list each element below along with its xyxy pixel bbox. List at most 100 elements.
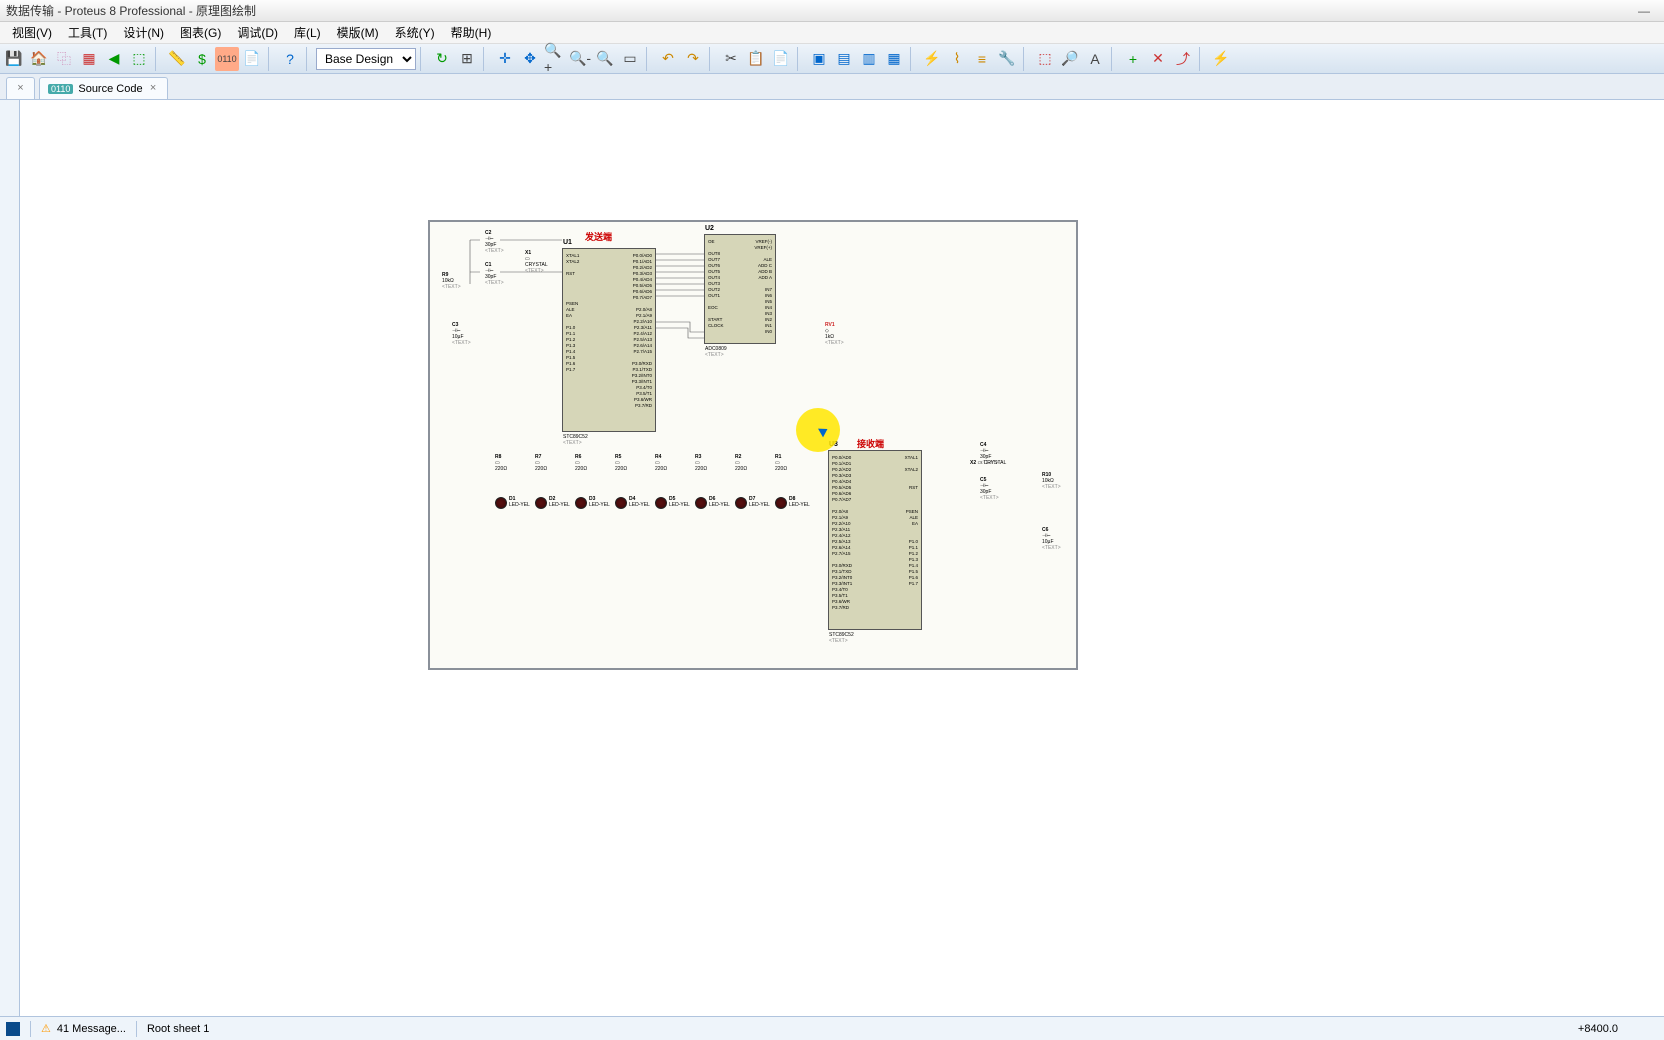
menu-help[interactable]: 帮助(H)	[443, 22, 500, 43]
zoom-fit-icon[interactable]: 🔍	[593, 47, 617, 71]
search-icon[interactable]: 🔎	[1058, 47, 1082, 71]
help-icon[interactable]: ?	[278, 47, 302, 71]
tools-icon[interactable]: 🔧	[995, 47, 1019, 71]
led-label-d4: D4LED-YEL	[629, 496, 650, 508]
sheet-name[interactable]: Root sheet 1	[147, 1023, 209, 1035]
document-tabbar: × 0110 Source Code ×	[0, 74, 1664, 100]
ruler-icon[interactable]: 📏	[165, 47, 189, 71]
zoom-sheet-icon[interactable]: ▭	[618, 47, 642, 71]
res-r5[interactable]: R5▭220Ω	[615, 454, 627, 472]
cut-icon[interactable]: ✂	[719, 47, 743, 71]
chip-u3[interactable]: U3 P0.0/AD0P0.1/AD1P0.2/AD2P0.3/AD3P0.4/…	[828, 450, 922, 630]
menu-tools[interactable]: 工具(T)	[60, 22, 115, 43]
wire-icon[interactable]: ⌇	[945, 47, 969, 71]
window-title: 数据传输 - Proteus 8 Professional - 原理图绘制	[6, 2, 256, 19]
del-sheet-icon[interactable]: ✕	[1146, 47, 1170, 71]
play-button[interactable]	[6, 1022, 20, 1036]
zoom-out-icon[interactable]: 🔍-	[568, 47, 592, 71]
pick-icon[interactable]: ⚡	[920, 47, 944, 71]
u3-pins-right: XTAL1 XTAL2 RST PSENALEEA P1.0P1.1P1.2P1…	[905, 455, 918, 587]
led-label-d1: D1LED-YEL	[509, 496, 530, 508]
led-d1[interactable]	[495, 497, 507, 509]
cap-c2[interactable]: C2⊣⊢30pF<TEXT>	[485, 230, 504, 254]
grid-icon[interactable]: ⊞	[455, 47, 479, 71]
block-copy-icon[interactable]: ▣	[807, 47, 831, 71]
schematic-canvas[interactable]: 发送端 接收端 U1 XTAL1XTAL2 RST PSENALEEA P1.0…	[40, 100, 1664, 1016]
home-icon[interactable]: 🏠	[27, 47, 51, 71]
menu-debug[interactable]: 调试(D)	[229, 22, 286, 43]
led-d5[interactable]	[655, 497, 667, 509]
block-delete-icon[interactable]: ▦	[882, 47, 906, 71]
report-icon[interactable]: 📄	[240, 47, 264, 71]
led-d2[interactable]	[535, 497, 547, 509]
zoom-area-icon[interactable]: ⬚	[127, 47, 151, 71]
pcb-icon[interactable]: ▦	[77, 47, 101, 71]
copy-icon[interactable]: 📋	[744, 47, 768, 71]
schematic-icon[interactable]: ⿻	[52, 47, 76, 71]
xtal-x1[interactable]: X1▭CRYSTAL<TEXT>	[525, 250, 548, 274]
led-d6[interactable]	[695, 497, 707, 509]
property-icon[interactable]: A	[1083, 47, 1107, 71]
led-d7[interactable]	[735, 497, 747, 509]
package-icon[interactable]: ⬚	[1033, 47, 1057, 71]
paste-icon[interactable]: 📄	[769, 47, 793, 71]
led-d8[interactable]	[775, 497, 787, 509]
schematic-sheet: 发送端 接收端 U1 XTAL1XTAL2 RST PSENALEEA P1.0…	[428, 220, 1078, 670]
dollar-icon[interactable]: $	[190, 47, 214, 71]
tab-source-code[interactable]: 0110 Source Code ×	[39, 77, 168, 99]
pot-rv1[interactable]: RV1◇1kΩ<TEXT>	[825, 322, 844, 346]
u2-text: <TEXT>	[705, 352, 724, 358]
zoom-in-icon[interactable]: 🔍+	[543, 47, 567, 71]
res-r6[interactable]: R6▭220Ω	[575, 454, 587, 472]
origin-icon[interactable]: ✛	[493, 47, 517, 71]
led-d4[interactable]	[615, 497, 627, 509]
u3-text: <TEXT>	[829, 638, 848, 644]
refresh-icon[interactable]: ↻	[430, 47, 454, 71]
window-titlebar: 数据传输 - Proteus 8 Professional - 原理图绘制 —	[0, 0, 1664, 22]
menu-template[interactable]: 模版(M)	[329, 22, 387, 43]
messages-count[interactable]: 41 Message...	[57, 1023, 126, 1035]
block-move-icon[interactable]: ▤	[832, 47, 856, 71]
menu-library[interactable]: 库(L)	[286, 22, 329, 43]
minimize-icon[interactable]: —	[1630, 4, 1658, 18]
cap-c3[interactable]: C3⊣⊢10µF<TEXT>	[452, 322, 471, 346]
res-r7[interactable]: R7▭220Ω	[535, 454, 547, 472]
nav-back-icon[interactable]: ◀	[102, 47, 126, 71]
res-r10[interactable]: R1010kΩ<TEXT>	[1042, 472, 1061, 490]
xtal-x2[interactable]: X2 ▭ CRYSTAL	[970, 460, 1006, 466]
bus-icon[interactable]: ≡	[970, 47, 994, 71]
variant-select[interactable]: Base Design	[316, 48, 416, 70]
simulation-icon[interactable]: ⚡	[1209, 47, 1233, 71]
menu-system[interactable]: 系统(Y)	[387, 22, 443, 43]
exit-sheet-icon[interactable]: ⤴	[1171, 47, 1195, 71]
pan-icon[interactable]: ✥	[518, 47, 542, 71]
close-icon[interactable]: ×	[148, 83, 159, 94]
binary-icon[interactable]: 0110	[215, 47, 239, 71]
menu-view[interactable]: 视图(V)	[4, 22, 60, 43]
res-r4[interactable]: R4▭220Ω	[655, 454, 667, 472]
cap-c6[interactable]: C6⊣⊢10µF<TEXT>	[1042, 527, 1061, 551]
led-d3[interactable]	[575, 497, 587, 509]
led-label-d5: D5LED-YEL	[669, 496, 690, 508]
res-r3[interactable]: R3▭220Ω	[695, 454, 707, 472]
menu-design[interactable]: 设计(N)	[115, 22, 172, 43]
chip-u1[interactable]: U1 XTAL1XTAL2 RST PSENALEEA P1.0P1.1P1.2…	[562, 248, 656, 432]
res-r9[interactable]: R910kΩ<TEXT>	[442, 272, 461, 290]
new-sheet-icon[interactable]: +	[1121, 47, 1145, 71]
cap-c1[interactable]: C1⊣⊢30pF<TEXT>	[485, 262, 504, 286]
cap-c5[interactable]: C5⊣⊢30pF<TEXT>	[980, 477, 999, 501]
res-r2[interactable]: R2▭220Ω	[735, 454, 747, 472]
close-icon[interactable]: ×	[15, 83, 26, 94]
undo-icon[interactable]: ↶	[656, 47, 680, 71]
tab-schematic[interactable]: ×	[6, 77, 35, 99]
led-label-d8: D8LED-YEL	[789, 496, 810, 508]
save-icon[interactable]: 💾	[2, 47, 26, 71]
chip-u2[interactable]: U2 OE OUT8OUT7OUT6OUT5OUT4OUT3OUT2OUT1 E…	[704, 234, 776, 344]
res-r8[interactable]: R8▭220Ω	[495, 454, 507, 472]
tx-title: 发送端	[585, 230, 612, 243]
menu-graph[interactable]: 图表(G)	[172, 22, 229, 43]
block-rotate-icon[interactable]: ▥	[857, 47, 881, 71]
res-r1[interactable]: R1▭220Ω	[775, 454, 787, 472]
redo-icon[interactable]: ↷	[681, 47, 705, 71]
led-label-d6: D6LED-YEL	[709, 496, 730, 508]
